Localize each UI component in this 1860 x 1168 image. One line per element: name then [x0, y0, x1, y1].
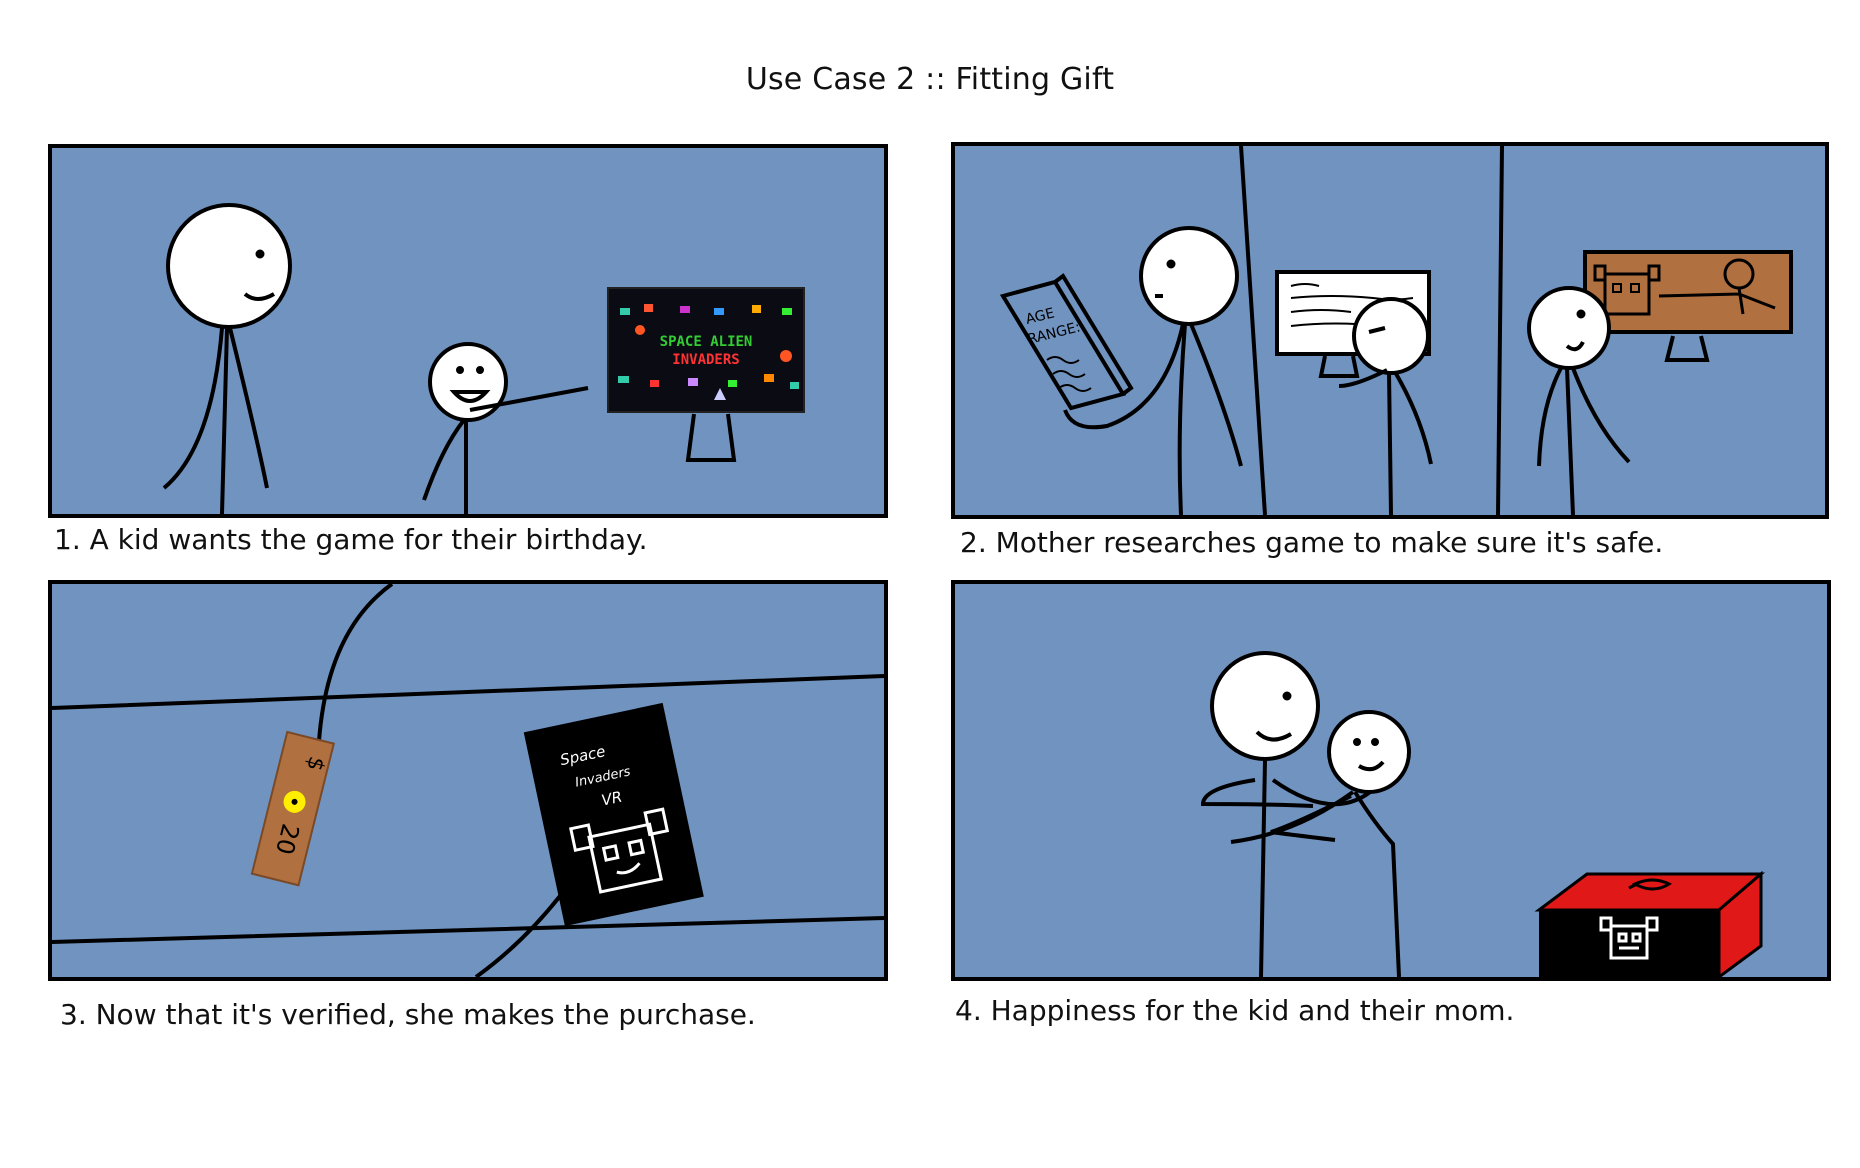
game-screen: SPACE ALIEN INVADERS — [607, 287, 805, 462]
page-title: Use Case 2 :: Fitting Gift — [745, 62, 1115, 97]
comic-panel-4 — [951, 580, 1831, 981]
screen-title-line-1: SPACE ALIEN — [660, 334, 753, 350]
comic-panel-1: SPACE ALIEN INVADERS — [48, 144, 888, 518]
age-range-book-icon: AGE RANGE: — [999, 273, 1134, 411]
caption-panel-1: 1. A kid wants the game for their birthd… — [54, 523, 648, 556]
panel-3-drawing: $ 20 Space Invaders VR — [52, 584, 884, 977]
adult-stick-figure — [162, 203, 292, 514]
caption-panel-2: 2. Mother researches game to make sure i… — [960, 526, 1664, 559]
mother-hugging-figure — [1200, 651, 1377, 977]
mother-at-computer-figure — [1338, 297, 1433, 515]
comic-panel-3: $ 20 Space Invaders VR — [48, 580, 888, 981]
caption-panel-4: 4. Happiness for the kid and their mom. — [955, 994, 1515, 1027]
age-rating-screen — [1583, 250, 1793, 362]
price-tag: $ 20 — [250, 730, 336, 887]
panel-1-drawing: SPACE ALIEN INVADERS — [162, 203, 805, 514]
panel-2-drawing: AGE RANGE: — [999, 146, 1793, 515]
kid-stick-figure — [422, 342, 589, 514]
comic-panel-2: AGE RANGE: — [951, 142, 1829, 519]
panel-4-drawing — [1200, 651, 1766, 977]
screen-title-line-2: INVADERS — [672, 352, 739, 368]
caption-panel-3: 3. Now that it's verified, she makes the… — [60, 998, 756, 1031]
gift-box — [1534, 870, 1766, 977]
game-box: Space Invaders VR — [523, 702, 704, 927]
